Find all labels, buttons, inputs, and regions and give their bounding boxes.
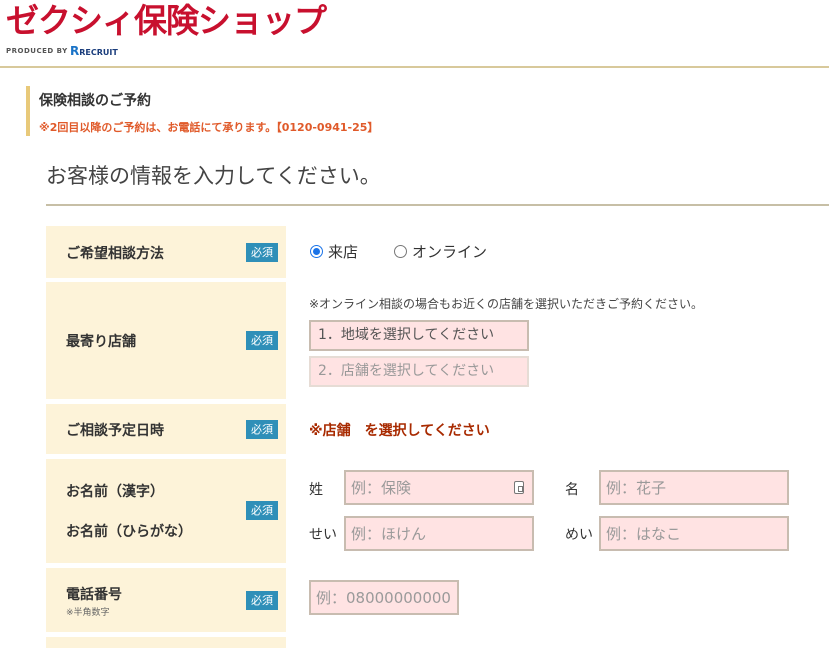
required-badge: 必須 xyxy=(246,591,278,610)
mei-label: 名 xyxy=(565,482,579,498)
label-cell: ご相談予定日時 必須 xyxy=(46,404,286,454)
recruit-logo-text: RECRUIT xyxy=(79,48,118,57)
row-nearest-store: 最寄り店舗 必須 ※オンライン相談の場合もお近くの店舗を選択いただきご予約くださ… xyxy=(46,282,829,399)
row-next-partial xyxy=(46,637,829,648)
brand-logo[interactable]: ゼクシィ保険ショップ xyxy=(6,0,327,42)
row-phone: 電話番号 ※半角数字 必須 xyxy=(46,568,829,632)
section-title: お客様の情報を入力してください。 xyxy=(46,164,381,188)
online-store-note: ※オンライン相談の場合もお近くの店舗を選択いただきご予約ください。 xyxy=(309,297,704,311)
required-badge: 必須 xyxy=(246,501,278,520)
recruit-mark-icon: R xyxy=(70,44,80,58)
reservation-notice: 保険相談のご予約 ※2回目以降のご予約は、お電話にて承ります。【0120-094… xyxy=(26,86,378,136)
label-cell: 電話番号 ※半角数字 必須 xyxy=(46,568,286,632)
sei-kana-input[interactable] xyxy=(344,516,534,551)
sei-input[interactable] xyxy=(344,470,534,505)
recruit-logo: RRECRUIT xyxy=(70,44,118,58)
radio-visit-store[interactable] xyxy=(310,245,323,258)
label-cell: 最寄り店舗 必須 xyxy=(46,282,286,399)
label-cell xyxy=(46,637,286,648)
sei-label: 姓 xyxy=(309,482,323,498)
phone-label: 電話番号 xyxy=(66,587,122,603)
mei-input[interactable] xyxy=(599,470,789,505)
area-select[interactable]: 1．地域を選択してください xyxy=(309,320,529,351)
required-badge: 必須 xyxy=(246,243,278,262)
produced-by-text: PRODUCED BY xyxy=(6,47,68,55)
site-header: ゼクシィ保険ショップ PRODUCED BY RRECRUIT xyxy=(0,0,829,68)
mei-kana-input[interactable] xyxy=(599,516,789,551)
autofill-card-icon[interactable] xyxy=(514,481,524,494)
select-store-warning: ※店舗 を選択してください xyxy=(309,423,490,439)
consultation-method-label: ご希望相談方法 xyxy=(66,246,164,262)
label-cell: ご希望相談方法 必須 xyxy=(46,226,286,278)
row-name: お名前（漢字） お名前（ひらがな） 必須 姓 名 せい めい xyxy=(46,459,829,563)
row-consultation-method: ご希望相談方法 必須 来店 オンライン xyxy=(46,226,829,278)
store-select[interactable]: 2．店舗を選択してください xyxy=(309,356,529,387)
consultation-datetime-label: ご相談予定日時 xyxy=(66,423,164,439)
row-consultation-datetime: ご相談予定日時 必須 ※店舗 を選択してください xyxy=(46,404,829,454)
name-kana-label: お名前（ひらがな） xyxy=(66,524,192,540)
required-badge: 必須 xyxy=(246,420,278,439)
radio-online[interactable] xyxy=(394,245,407,258)
name-kanji-label: お名前（漢字） xyxy=(66,484,164,500)
notice-phone-message: ※2回目以降のご予約は、お電話にて承ります。【0120-0941-25】 xyxy=(39,121,379,134)
nearest-store-label: 最寄り店舗 xyxy=(66,334,136,350)
notice-title: 保険相談のご予約 xyxy=(39,93,151,109)
label-cell: お名前（漢字） お名前（ひらがな） 必須 xyxy=(46,459,286,563)
radio-online-label[interactable]: オンライン xyxy=(412,241,487,262)
section-divider xyxy=(46,204,829,206)
phone-hint: ※半角数字 xyxy=(66,608,110,618)
phone-input[interactable] xyxy=(309,580,459,615)
sei-kana-label: せい xyxy=(309,527,337,543)
required-badge: 必須 xyxy=(246,331,278,350)
radio-visit-store-label[interactable]: 来店 xyxy=(328,241,358,262)
mei-kana-label: めい xyxy=(565,527,593,543)
